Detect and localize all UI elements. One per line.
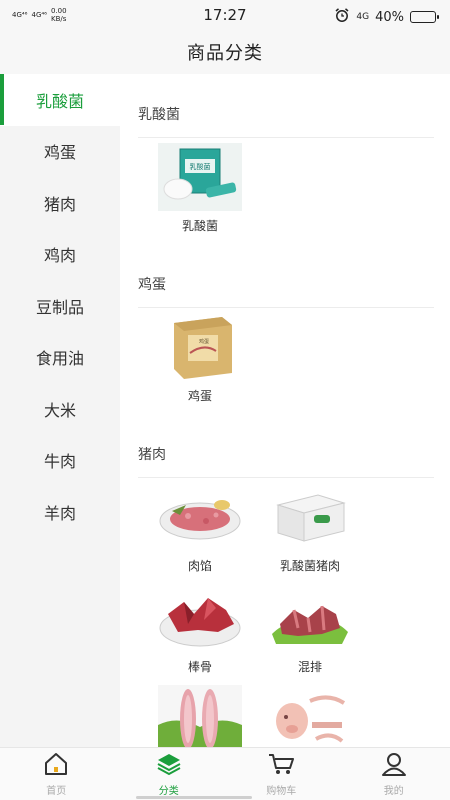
tenderloin-icon — [158, 685, 242, 747]
svg-text:鸡蛋: 鸡蛋 — [199, 338, 209, 345]
product-card[interactable]: 混排 — [258, 584, 362, 675]
sidebar-item-7[interactable]: 牛肉 — [0, 435, 120, 487]
sidebar-item-8[interactable]: 羊肉 — [0, 486, 120, 538]
category-section: 猪肉肉馅 乳酸菌猪肉棒骨 混排小里脊有头有尾 — [120, 414, 450, 747]
category-sidebar: 乳酸菌鸡蛋猪肉鸡肉豆制品食用油大米牛肉羊肉 — [0, 74, 120, 747]
product-card[interactable]: 乳酸菌猪肉 — [258, 483, 362, 574]
product-grid: 肉馅 乳酸菌猪肉棒骨 混排小里脊有头有尾 — [120, 478, 450, 747]
sidebar-item-1[interactable]: 鸡蛋 — [0, 126, 120, 178]
tab-1[interactable]: 分类 — [113, 748, 226, 800]
bone-icon — [158, 584, 242, 652]
user-icon — [381, 752, 407, 780]
category-content[interactable]: 乳酸菌乳酸菌乳酸菌鸡蛋鸡蛋鸡蛋猪肉肉馅乳酸菌猪肉棒骨混排小里脊有头有尾 — [120, 74, 450, 747]
product-name: 乳酸菌猪肉 — [279, 559, 340, 573]
sidebar-item-2[interactable]: 猪肉 — [0, 177, 120, 229]
sidebar-item-5[interactable]: 食用油 — [0, 332, 120, 384]
status-bar: 4G⁴⁶ 4G⁴⁶ 0.00 KB/s 17:27 4G 40% — [0, 0, 450, 30]
tab-3[interactable]: 我的 — [338, 748, 450, 800]
tab-label: 分类 — [158, 785, 179, 797]
sidebar-item-3[interactable]: 鸡肉 — [0, 229, 120, 281]
sidebar-item-label: 羊肉 — [43, 503, 76, 523]
sidebar-item-label: 豆制品 — [35, 297, 84, 317]
battery-icon — [410, 11, 439, 23]
product-card[interactable]: 肉馅 — [148, 483, 252, 574]
egg-crate-icon: 鸡蛋 — [158, 313, 242, 381]
bottom-tab-bar: 首页 分类 购物车 我的 — [0, 747, 450, 800]
tab-label: 购物车 — [266, 785, 297, 797]
sidebar-item-label: 食用油 — [35, 349, 84, 369]
product-name: 肉馅 — [187, 559, 212, 573]
product-name: 棒骨 — [187, 660, 212, 674]
product-name: 鸡蛋 — [187, 389, 212, 403]
white-box-icon — [268, 483, 352, 551]
probiotic-box-icon: 乳酸菌 — [158, 143, 242, 211]
svg-text:乳酸菌: 乳酸菌 — [190, 162, 211, 171]
pig-cuts-icon — [268, 685, 352, 747]
scroll-indicator — [136, 796, 252, 799]
section-title: 鸡蛋 — [138, 244, 434, 308]
sidebar-item-4[interactable]: 豆制品 — [0, 280, 120, 332]
product-card[interactable]: 鸡蛋 鸡蛋 — [148, 313, 252, 404]
tab-2[interactable]: 购物车 — [225, 748, 338, 800]
network-type: 4G — [356, 12, 370, 22]
sidebar-item-label: 猪肉 — [43, 194, 76, 214]
home-icon — [43, 752, 69, 780]
product-name: 混排 — [297, 660, 322, 674]
product-name: 乳酸菌 — [181, 219, 218, 233]
category-section: 乳酸菌 乳酸菌 乳酸菌 — [120, 74, 450, 244]
product-grid: 鸡蛋 鸡蛋 — [120, 308, 450, 414]
sidebar-item-6[interactable]: 大米 — [0, 383, 120, 435]
ribs-icon — [268, 584, 352, 652]
status-right: 4G 40% — [334, 7, 439, 27]
cart-icon — [267, 752, 295, 780]
product-card[interactable]: 有头有尾 — [258, 685, 362, 747]
sidebar-item-label: 乳酸菌 — [35, 91, 84, 111]
section-title: 乳酸菌 — [138, 74, 434, 138]
sidebar-item-label: 鸡蛋 — [43, 143, 76, 163]
sidebar-item-label: 大米 — [43, 400, 76, 420]
product-grid: 乳酸菌 乳酸菌 — [120, 138, 450, 244]
battery-percent: 40% — [375, 9, 404, 25]
page-header: 商品分类 — [0, 30, 450, 74]
product-card[interactable]: 棒骨 — [148, 584, 252, 675]
section-title: 猪肉 — [138, 414, 434, 478]
alarm-icon — [334, 7, 350, 27]
page-title: 商品分类 — [187, 43, 263, 64]
minced-meat-icon — [158, 483, 242, 551]
tab-label: 首页 — [46, 785, 67, 797]
tab-0[interactable]: 首页 — [0, 748, 113, 800]
sidebar-item-0[interactable]: 乳酸菌 — [0, 74, 120, 126]
sidebar-item-label: 牛肉 — [43, 452, 76, 472]
product-card[interactable]: 乳酸菌 乳酸菌 — [148, 143, 252, 234]
category-icon — [156, 752, 182, 780]
sidebar-item-label: 鸡肉 — [43, 246, 76, 266]
tab-label: 我的 — [383, 785, 404, 797]
category-section: 鸡蛋 鸡蛋 鸡蛋 — [120, 244, 450, 414]
product-card[interactable]: 小里脊 — [148, 685, 252, 747]
